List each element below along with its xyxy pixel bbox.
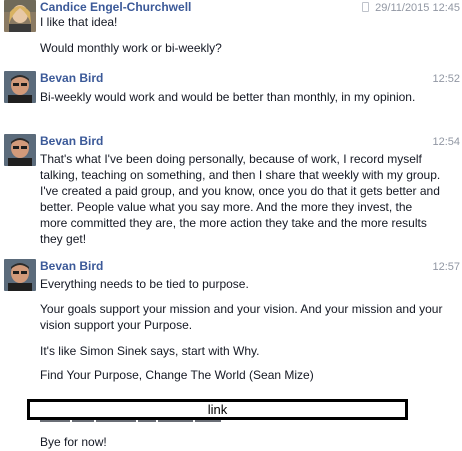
message-text: Find Your Purpose, Change The World (Sea… — [40, 368, 314, 382]
timestamp: 12:54 — [432, 136, 460, 148]
message-text: Bi-weekly would work and would be better… — [40, 90, 416, 104]
message-thread: Candice Engel-Churchwell 29/11/2015 12:4… — [0, 0, 462, 451]
sender-name[interactable]: Bevan Bird — [40, 71, 103, 86]
message-text: Everything needs to be tied to purpose. — [40, 277, 249, 291]
message-text: I like that idea! — [40, 15, 118, 29]
timestamp-text: 29/11/2015 12:45 — [375, 2, 460, 14]
message-group: Bevan Bird 12:52 Bi-weekly would work an… — [0, 71, 462, 131]
message-group: Candice Engel-Churchwell 29/11/2015 12:4… — [0, 0, 462, 64]
message-text: Bye for now! — [40, 435, 107, 449]
message-text: It's like Simon Sinek says, start with W… — [40, 344, 260, 358]
timestamp: 12:57 — [432, 261, 460, 273]
message-text: Would monthly work or bi-weekly? — [40, 41, 222, 55]
timestamp: 12:52 — [432, 73, 460, 85]
timestamp: 29/11/2015 12:45 — [362, 1, 460, 15]
message-text: That's what I've been doing personally, … — [40, 152, 441, 246]
clipped-text-fragment — [40, 420, 250, 424]
mobile-phone-icon — [362, 2, 370, 12]
avatar[interactable] — [4, 134, 36, 166]
sender-name[interactable]: Bevan Bird — [40, 259, 103, 274]
sender-name[interactable]: Candice Engel-Churchwell — [40, 0, 191, 15]
avatar[interactable] — [4, 259, 36, 291]
avatar[interactable] — [4, 0, 36, 32]
redaction-label: link — [207, 402, 228, 417]
avatar[interactable] — [4, 71, 36, 103]
message-group: Bevan Bird 12:57 Everything needs to be … — [0, 259, 462, 389]
sender-name[interactable]: Bevan Bird — [40, 134, 103, 149]
message-text: Your goals support your mission and your… — [40, 302, 443, 332]
redaction-box: link — [27, 399, 408, 420]
message-group: Bevan Bird 12:54 That's what I've been d… — [0, 134, 462, 254]
